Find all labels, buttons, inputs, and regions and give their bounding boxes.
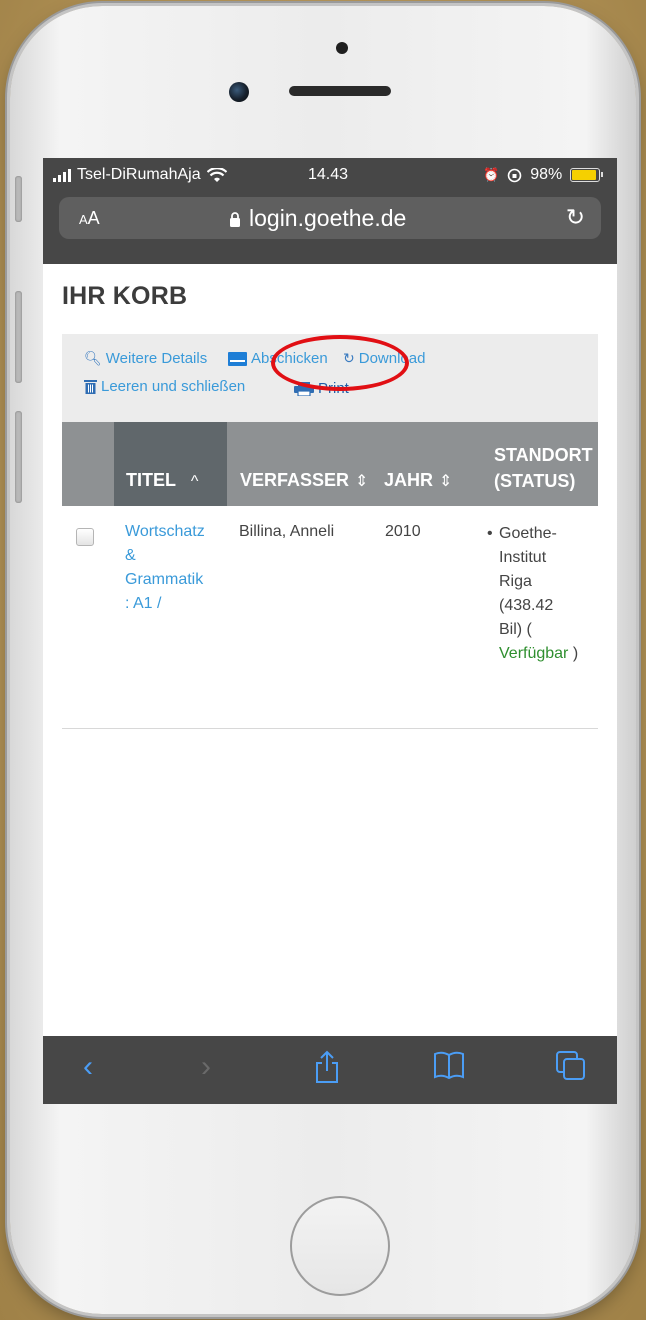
volume-down-button xyxy=(15,411,22,503)
status-bar: Tsel-DiRumahAja 14.43 ⏰ 98% xyxy=(43,158,617,192)
signal-icon xyxy=(53,168,71,182)
column-header-title[interactable]: TITEL ^ xyxy=(114,422,227,506)
back-icon[interactable]: ‹ xyxy=(83,1050,93,1084)
battery-fill xyxy=(572,170,596,180)
sort-asc-icon: ^ xyxy=(182,473,199,490)
browser-bottom-toolbar: ‹ › xyxy=(43,1036,617,1104)
column-header-author[interactable]: VERFASSER ⇕ xyxy=(240,470,368,491)
empty-and-close-link[interactable]: Leeren und schließen xyxy=(84,378,245,395)
clock: 14.43 xyxy=(308,166,349,183)
orientation-lock-icon xyxy=(507,168,522,182)
basket-toolbar: 🔍︎ Weitere Details Abschicken ↻ Download… xyxy=(62,334,598,422)
row-checkbox[interactable] xyxy=(76,528,94,546)
column-header-year[interactable]: JAHR ⇕ xyxy=(384,470,452,491)
home-button[interactable] xyxy=(290,1196,390,1296)
reader-text-size-button[interactable]: AAAA xyxy=(79,208,100,229)
book-year: 2010 xyxy=(385,523,421,540)
download-link[interactable]: ↻ Download xyxy=(343,350,425,367)
carrier-name: Tsel-DiRumahAja xyxy=(77,166,201,183)
trash-icon xyxy=(84,380,97,394)
column-header-location: STANDORT (STATUS) xyxy=(494,445,593,491)
mute-switch xyxy=(15,176,22,222)
share-icon[interactable] xyxy=(313,1050,341,1084)
table-row: Wortschatz & Grammatik : A1 / Billina, A… xyxy=(62,506,598,729)
book-location: • Goethe- Institut Riga (438.42 Bil) ( V… xyxy=(487,525,579,662)
book-title-link[interactable]: Wortschatz & Grammatik : A1 / xyxy=(125,520,225,616)
url-text: login.goethe.de xyxy=(249,205,407,231)
zoom-icon: 🔍︎ xyxy=(84,350,102,366)
mail-icon xyxy=(228,351,247,366)
alarm-icon: ⏰ xyxy=(483,167,500,182)
battery-icon xyxy=(570,168,604,182)
printer-icon xyxy=(294,381,314,396)
book-author: Billina, Anneli xyxy=(239,523,335,540)
battery-percent: 98% xyxy=(530,166,563,183)
wifi-icon xyxy=(206,167,227,182)
send-link[interactable]: Abschicken xyxy=(228,350,328,367)
details-link[interactable]: 🔍︎ Weitere Details xyxy=(84,350,207,367)
page-title: IHR KORB xyxy=(62,282,188,310)
phone-screen: Tsel-DiRumahAja 14.43 ⏰ 98% AAAA login.g… xyxy=(43,158,617,1104)
front-camera xyxy=(229,82,249,102)
download-icon: ↻ xyxy=(343,350,355,366)
print-link[interactable]: Print xyxy=(294,380,349,397)
availability-status: Verfügbar xyxy=(499,645,569,662)
table-header: TITEL ^ VERFASSER ⇕ JAHR ⇕ STANDORT (STATUS… xyxy=(62,422,598,506)
lock-icon xyxy=(230,212,240,227)
volume-up-button xyxy=(15,291,22,383)
forward-icon[interactable]: › xyxy=(201,1050,211,1084)
address-bar[interactable]: AAAA login.goethe.de ↻ xyxy=(59,197,601,239)
earpiece-speaker xyxy=(289,86,391,96)
sort-icon: ⇕ xyxy=(355,473,369,490)
browser-address-area: AAAA login.goethe.de ↻ xyxy=(43,192,617,264)
tabs-icon[interactable] xyxy=(555,1050,587,1082)
sort-icon: ⇕ xyxy=(439,473,453,490)
bookmarks-icon[interactable] xyxy=(433,1050,465,1080)
proximity-sensor xyxy=(336,42,348,54)
reload-icon[interactable]: ↻ xyxy=(566,204,585,231)
